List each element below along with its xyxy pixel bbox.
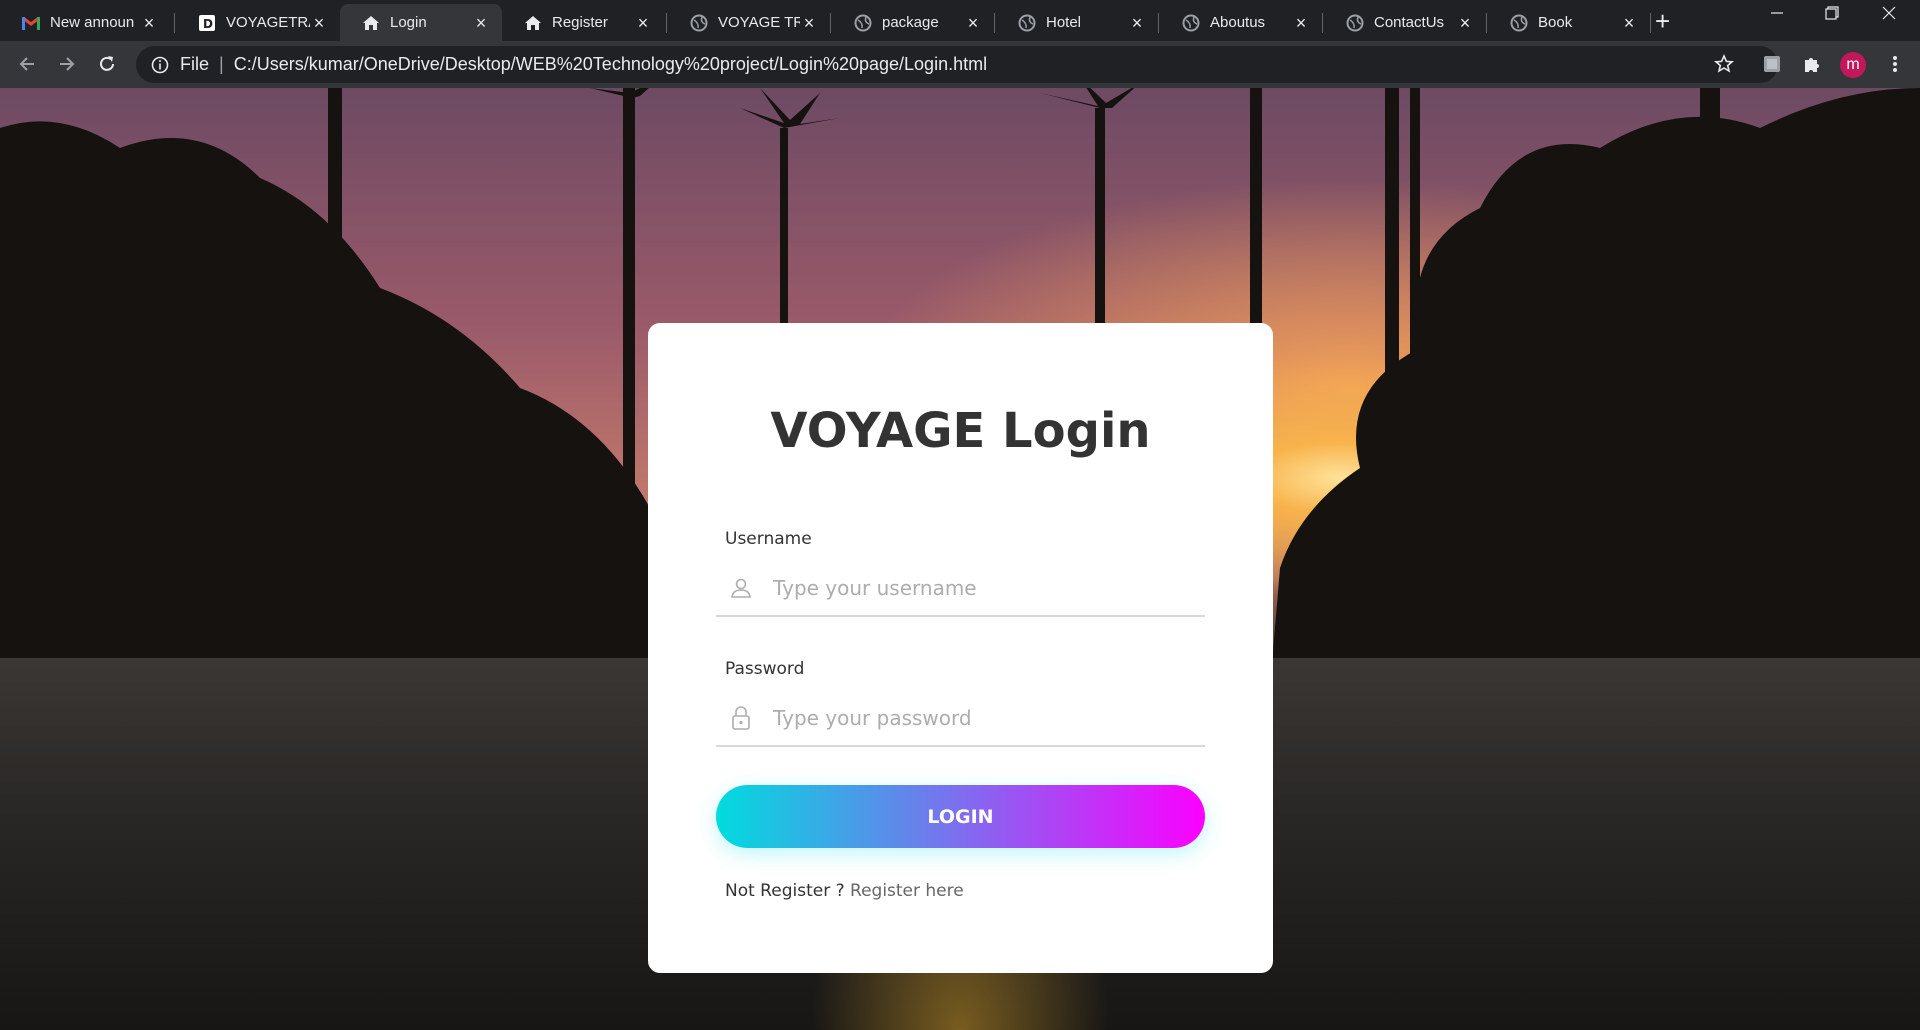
tab-contactus[interactable]: ContactUs × [1324,4,1486,41]
tab-gmail[interactable]: New announ × [0,4,170,41]
globe-icon [690,14,708,32]
tab-label: Hotel [1046,14,1082,31]
bookmark-star-icon[interactable] [1712,52,1736,76]
close-icon[interactable]: × [140,14,158,32]
url-text[interactable]: C:/Users/kumar/OneDrive/Desktop/WEB%20Te… [234,54,987,75]
tab-login[interactable]: Login × [340,4,502,41]
user-icon [729,576,753,600]
globe-icon [1510,14,1528,32]
tab-label: New announ [50,14,135,31]
home-icon [362,14,380,32]
tab-package[interactable]: package × [832,4,994,41]
tab-label: Login [390,14,427,31]
tab-strip: New announ × D VOYAGETRA × Login × Regis… [0,0,1920,41]
back-arrow-icon[interactable] [15,52,39,76]
tab-divider [994,13,995,33]
forward-arrow-icon[interactable] [55,52,79,76]
lock-icon [729,705,753,730]
page-viewport: VOYAGE Login Username Password LOGIN Not… [0,88,1920,1030]
minimize-icon[interactable] [1770,6,1784,25]
tab-label: Register [552,14,608,31]
register-prompt-line: Not Register ? Register here [725,881,964,901]
tab-label: Aboutus [1210,14,1266,31]
tab-voyagetra[interactable]: D VOYAGETRA × [176,4,340,41]
password-input[interactable] [771,704,1195,731]
more-menu-icon[interactable] [1883,52,1907,76]
puzzle-extensions-icon[interactable] [1800,52,1824,76]
address-bar[interactable]: File | C:/Users/kumar/OneDrive/Desktop/W… [136,46,1778,83]
url-divider: | [219,54,224,74]
tab-divider [1650,13,1651,33]
page-title: VOYAGE Login [770,403,1151,459]
browser-toolbar: File | C:/Users/kumar/OneDrive/Desktop/W… [0,41,1920,88]
tab-divider [1486,13,1487,33]
home-icon [524,14,542,32]
new-tab-button[interactable]: + [1655,8,1670,34]
gmail-icon [22,14,40,32]
username-input[interactable] [771,574,1195,601]
svg-text:D: D [203,17,213,31]
tab-hotel[interactable]: Hotel × [996,4,1158,41]
window-close-icon[interactable] [1882,6,1896,25]
login-card: VOYAGE Login Username Password LOGIN Not… [648,323,1273,973]
reload-icon[interactable] [95,52,119,76]
password-field[interactable] [716,690,1205,747]
close-icon[interactable]: × [1456,14,1474,32]
username-field[interactable] [716,560,1205,617]
tab-divider [830,13,831,33]
close-icon[interactable]: × [634,14,652,32]
tab-divider [1158,13,1159,33]
register-link[interactable]: Register here [850,881,964,901]
tab-aboutus[interactable]: Aboutus × [1160,4,1322,41]
page-d-icon: D [198,14,216,32]
tab-register[interactable]: Register × [502,4,664,41]
tab-divider [174,13,175,33]
tab-divider [1322,13,1323,33]
extension-square-icon[interactable] [1760,52,1784,76]
login-button[interactable]: LOGIN [716,785,1205,848]
register-prompt: Not Register ? [725,881,845,901]
tab-label: ContactUs [1374,14,1445,31]
profile-avatar[interactable]: m [1840,52,1866,78]
globe-icon [1182,14,1200,32]
tab-label: VOYAGETRA [226,14,310,31]
globe-icon [1018,14,1036,32]
close-icon[interactable]: × [472,14,490,32]
username-label: Username [725,529,812,549]
password-label: Password [725,659,805,679]
globe-icon [854,14,872,32]
restore-icon[interactable] [1825,6,1839,25]
tab-label: Book [1538,14,1573,31]
close-icon[interactable]: × [310,14,328,32]
close-icon[interactable]: × [1292,14,1310,32]
tab-book[interactable]: Book × [1488,4,1650,41]
close-icon[interactable]: × [800,14,818,32]
close-icon[interactable]: × [1128,14,1146,32]
globe-icon [1346,14,1364,32]
info-icon[interactable] [150,55,170,75]
url-scheme: File [180,54,210,74]
tab-divider [666,13,667,33]
tab-label: package [882,14,939,31]
close-icon[interactable]: × [964,14,982,32]
tab-label: VOYAGE TRA [718,14,800,31]
close-icon[interactable]: × [1620,14,1638,32]
tab-voyage-tra[interactable]: VOYAGE TRA × [668,4,830,41]
